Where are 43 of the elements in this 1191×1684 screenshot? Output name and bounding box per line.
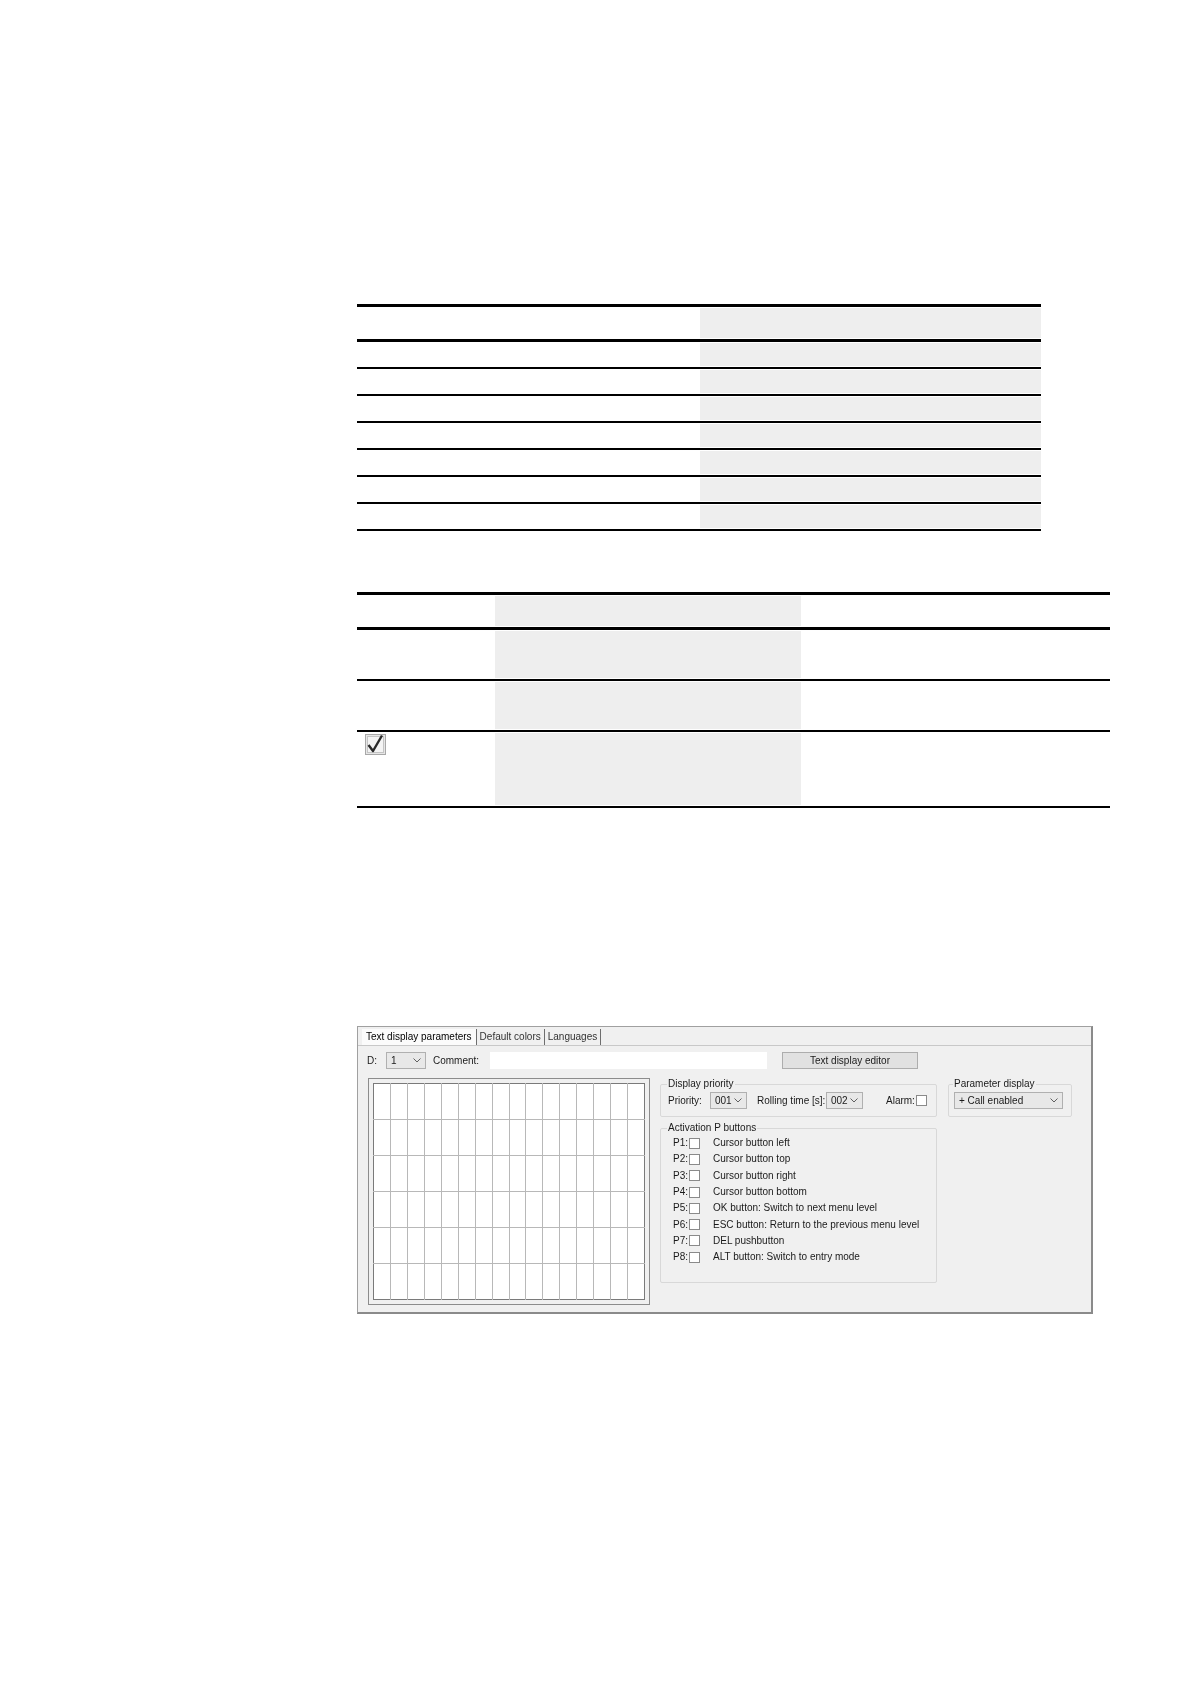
tab[interactable]: Text display parameters [362, 1029, 477, 1045]
checkbox[interactable] [689, 1153, 700, 1165]
field-label: Priority: [668, 1094, 703, 1107]
checkbox-label: Cursor button right [713, 1169, 796, 1182]
checkbox[interactable] [689, 1186, 700, 1198]
field-label: P3: [673, 1169, 689, 1182]
group-title: Parameter display [953, 1078, 1036, 1090]
field-label: P8: [673, 1251, 689, 1264]
chevron-down-icon [413, 1058, 421, 1063]
checkbox-label: Cursor button left [713, 1137, 790, 1150]
field-label: P2: [673, 1153, 689, 1166]
field-label: Rolling time [s]: [757, 1094, 826, 1107]
field-label: P5: [673, 1202, 689, 1215]
checkbox-label: ALT button: Switch to entry mode [713, 1251, 860, 1264]
checkbox-label: Cursor button bottom [713, 1186, 807, 1199]
group-title: Display priority [667, 1078, 735, 1090]
checkbox-label: DEL pushbutton [713, 1234, 785, 1247]
field-label: P7: [673, 1234, 689, 1247]
field-label: D: [367, 1054, 378, 1067]
field-label: P1: [673, 1137, 689, 1150]
chevron-down-icon [734, 1098, 742, 1103]
checkbox-label: Cursor button top [713, 1153, 791, 1166]
chevron-down-icon [1050, 1098, 1058, 1103]
checkbox[interactable] [689, 1219, 700, 1231]
checkbox[interactable] [689, 1235, 700, 1247]
field-label: P4: [673, 1186, 689, 1199]
checkbox-label: ESC button: Return to the previous menu level [713, 1218, 920, 1231]
dropdown[interactable]: 002 [826, 1092, 863, 1109]
checkbox[interactable] [916, 1095, 927, 1106]
field-label: Alarm: [886, 1094, 916, 1107]
field-label: P6: [673, 1218, 689, 1231]
dropdown[interactable]: + Call enabled [954, 1092, 1063, 1109]
dropdown[interactable]: 001 [710, 1092, 747, 1109]
checkbox[interactable] [689, 1202, 700, 1214]
dropdown[interactable]: 1 [386, 1052, 426, 1069]
field-label: Comment: [433, 1054, 481, 1067]
text-display-editor-button[interactable]: Text display editor [782, 1052, 918, 1069]
group-title: Activation P buttons [667, 1122, 758, 1134]
checkbox[interactable] [689, 1170, 700, 1182]
checkbox[interactable] [689, 1137, 700, 1149]
checkbox-label: OK button: Switch to next menu level [713, 1202, 877, 1215]
checkbox[interactable] [689, 1251, 700, 1263]
chevron-down-icon [850, 1098, 858, 1103]
